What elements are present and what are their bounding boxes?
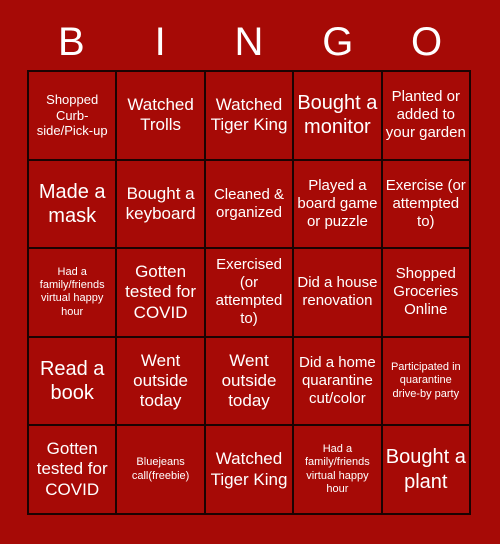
bingo-header-letter-g: G — [322, 20, 354, 64]
bingo-cell-label: Shopped Groceries Online — [393, 265, 459, 319]
bingo-cell[interactable]: Did a house renovation — [294, 249, 383, 338]
bingo-grid: Shopped Curb-side/Pick-up Watched Trolls W… — [27, 70, 471, 515]
bingo-cell-label: Watched Trolls — [127, 94, 194, 135]
bingo-cell[interactable]: Went outside today — [205, 337, 295, 427]
bingo-cell[interactable]: Had a family/friends virtual happy hour — [29, 249, 118, 338]
bingo-cell-label: Exercise (or attempted to) — [385, 176, 466, 230]
bingo-cell-label: Watched Tiger King — [210, 94, 288, 135]
bingo-card: B I N G O Shopped Curb-side/Pick-up Watch… — [0, 0, 500, 544]
bingo-cell-label: Bluejeans call(freebie) — [131, 456, 190, 482]
bingo-cell-label: Bought a plant — [385, 446, 466, 493]
bingo-cell-label: Went outside today — [221, 350, 277, 411]
bingo-header-letter-i: I — [154, 20, 166, 64]
bingo-cell[interactable]: Gotten tested for COVID — [29, 426, 118, 515]
bingo-cell[interactable]: Shopped Curb-side/Pick-up — [29, 72, 118, 161]
bingo-cell[interactable]: Exercised (or attempted to) — [205, 249, 295, 338]
bingo-cell[interactable]: Exercise (or attempted to) — [382, 160, 471, 250]
bingo-cell[interactable]: Watched Tiger King — [205, 72, 295, 161]
bingo-cell[interactable]: Cleaned & organized — [205, 160, 295, 250]
bingo-header-letter-o: O — [411, 20, 443, 64]
bingo-cell-label: Had a family/friends virtual happy hour — [304, 442, 370, 496]
bingo-cell[interactable]: Gotten tested for COVID — [117, 249, 206, 338]
bingo-cell-label: Cleaned & organized — [213, 185, 285, 221]
bingo-cell-label: Participated in quarantine drive-by part… — [390, 360, 461, 400]
bingo-cell[interactable]: Had a family/friends virtual happy hour — [294, 426, 383, 515]
bingo-cell-label: Gotten tested for COVID — [125, 261, 197, 322]
bingo-cell[interactable]: Made a mask — [29, 160, 118, 250]
bingo-cell[interactable]: Did a home quarantine cut/color — [294, 337, 383, 427]
bingo-cell-label: Made a mask — [38, 180, 106, 227]
bingo-cell-label: Played a board game or puzzle — [297, 176, 378, 230]
bingo-cell-label: Gotten tested for COVID — [36, 439, 108, 499]
bingo-cell[interactable]: Watched Trolls — [117, 72, 206, 161]
bingo-cell[interactable]: Participated in quarantine drive-by part… — [382, 337, 471, 427]
bingo-header-letter-n: N — [234, 20, 264, 64]
bingo-cell[interactable]: Played a board game or puzzle — [294, 160, 383, 250]
bingo-cell-label: Exercised (or attempted to) — [215, 256, 283, 328]
bingo-cell[interactable]: Shopped Groceries Online — [382, 249, 471, 338]
bingo-cell[interactable]: Bluejeans call(freebie) — [117, 426, 206, 515]
bingo-cell-label: Did a home quarantine cut/color — [299, 354, 376, 408]
bingo-cell[interactable]: Read a book — [29, 337, 118, 427]
bingo-cell[interactable]: Bought a plant — [382, 426, 471, 515]
bingo-cell-label: Went outside today — [133, 350, 188, 411]
bingo-cell[interactable]: Planted or added to your garden — [382, 72, 471, 161]
bingo-cell[interactable]: Watched Tiger King — [205, 426, 295, 515]
bingo-cell-label: Did a house renovation — [297, 274, 378, 310]
bingo-cell[interactable]: Bought a keyboard — [117, 160, 206, 250]
bingo-cell-label: Planted or added to your garden — [385, 88, 466, 142]
bingo-header-letter-b: B — [58, 20, 85, 64]
bingo-cell-label: Bought a monitor — [297, 91, 378, 139]
bingo-cell-label: Had a family/friends virtual happy hour — [39, 265, 105, 318]
bingo-cell-label: Read a book — [39, 357, 105, 405]
bingo-cell[interactable]: Bought a monitor — [294, 72, 383, 161]
bingo-cell-label: Watched Tiger King — [210, 449, 288, 489]
bingo-cell[interactable]: Went outside today — [117, 337, 206, 427]
bingo-header-row: B I N G O — [27, 14, 471, 70]
bingo-cell-label: Bought a keyboard — [125, 183, 196, 223]
bingo-cell-label: Shopped Curb-side/Pick-up — [36, 91, 108, 139]
